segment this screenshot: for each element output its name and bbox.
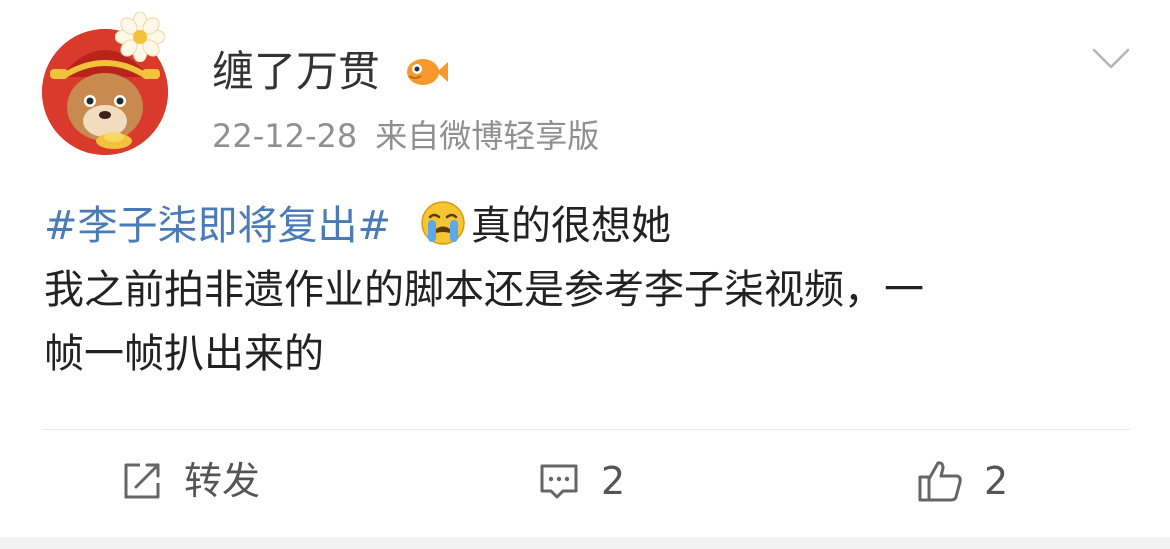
- repost-label: 转发: [184, 459, 261, 503]
- comment-count: 2: [601, 459, 626, 503]
- post-source[interactable]: 来自微博轻享版: [375, 117, 599, 155]
- like-count: 2: [984, 459, 1009, 503]
- hashtag-link[interactable]: #李子柒即将复出#: [44, 203, 391, 249]
- post-content: #李子柒即将复出# 真的很想她 我之前拍非遗作业的脚本还是参考李子柒视频，一 帧…: [44, 194, 1134, 386]
- post-meta: 22-12-28 来自微博轻享版: [212, 114, 599, 158]
- crying-emoji-icon: [421, 201, 465, 245]
- post-date: 22-12-28: [212, 117, 358, 155]
- divider: [42, 429, 1130, 430]
- post-line-1: #李子柒即将复出# 真的很想她: [44, 194, 1134, 258]
- post-line-2: 我之前拍非遗作业的脚本还是参考李子柒视频，一: [44, 267, 924, 313]
- username[interactable]: 缠了万贯: [212, 44, 380, 100]
- post-line-3: 帧一帧扒出来的: [44, 331, 324, 377]
- bottom-separator: [0, 537, 1170, 549]
- repost-icon: [124, 463, 160, 499]
- weibo-post-card: 缠了万贯 22-12-28 来自微博轻享版 #李子柒即将复出# 真的很想她 我之前…: [0, 0, 1170, 537]
- fish-icon: [407, 59, 448, 85]
- like-button[interactable]: 2: [916, 452, 1008, 510]
- repost-button[interactable]: 转发: [120, 452, 260, 510]
- like-icon: [918, 461, 962, 502]
- comment-button[interactable]: 2: [537, 452, 625, 510]
- comment-icon: [540, 464, 578, 499]
- post-line-1-text: 真的很想她: [471, 203, 672, 249]
- flower-decoration-icon: [115, 12, 165, 62]
- chevron-down-icon[interactable]: [1092, 46, 1130, 72]
